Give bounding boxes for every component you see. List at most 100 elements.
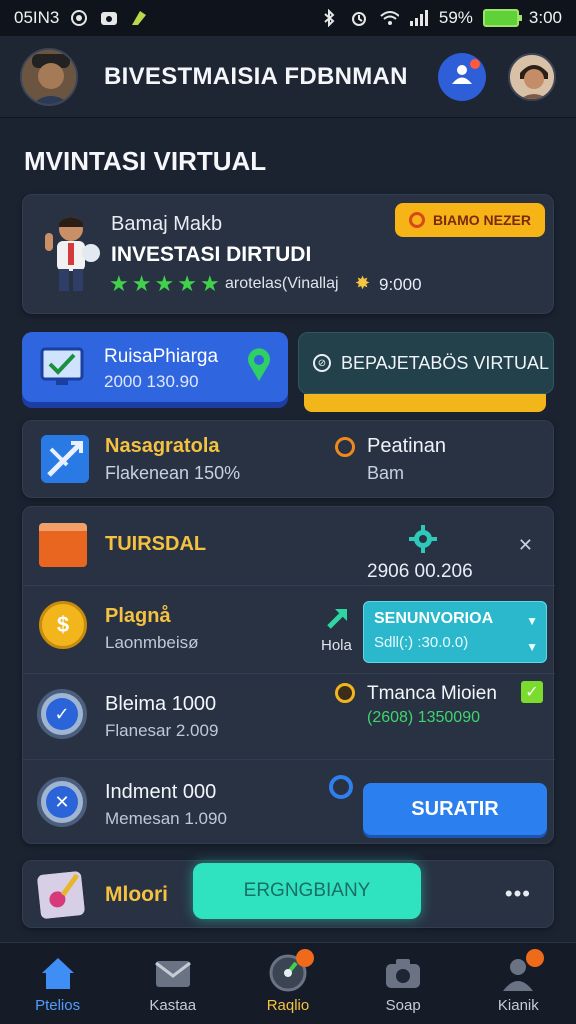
alarm-icon xyxy=(349,8,369,28)
camera-icon xyxy=(99,8,119,28)
record-icon xyxy=(69,8,89,28)
bottom-title: Mloori xyxy=(105,883,168,906)
monitor-check-icon xyxy=(40,347,84,387)
nav-badge xyxy=(295,949,314,967)
home-icon xyxy=(38,953,78,993)
gauge-icon xyxy=(268,949,314,993)
mail-icon xyxy=(153,953,193,993)
virtual-deposit-label: BEPAJETABÖS VIRTUAL xyxy=(341,352,550,373)
check-shield-icon: ✓ xyxy=(37,689,87,739)
bluetooth-icon xyxy=(319,8,339,28)
stats-right-sub: Bam xyxy=(367,463,405,483)
star-icon: ★ xyxy=(109,271,129,296)
profile-subtitle: INVESTASI DIRTUDI xyxy=(111,243,312,266)
header-title: BIVESTMAISIA FDBNMAN xyxy=(104,62,408,90)
nav-item-mail[interactable]: Kastaa xyxy=(123,953,223,1014)
nav-badge xyxy=(526,949,545,967)
user-icon xyxy=(498,949,545,993)
dollar-coin-icon: $ xyxy=(39,601,87,649)
nav-label: Kastaa xyxy=(149,997,197,1014)
dropdown-title: SENUNVORIOA xyxy=(374,610,494,627)
location-pin-icon xyxy=(246,348,272,387)
profile-name: Bamaj Makb xyxy=(111,213,223,235)
list-row-title: Bleima 1000 xyxy=(105,693,217,715)
notification-button[interactable] xyxy=(438,52,486,101)
coin-ring-icon xyxy=(335,683,355,703)
bottom-action-card: Mloori ERGNGBIANY ••• xyxy=(22,860,554,928)
signal-icon xyxy=(409,8,429,28)
chart-arrow-icon xyxy=(41,435,89,483)
profile-amount: 9:000 xyxy=(379,275,422,294)
balance-tile[interactable]: RuisaPhiarga 2000 130.90 xyxy=(22,332,288,402)
star-icon: ★ xyxy=(177,271,197,296)
page-title: MVINTASI VIRTUAL xyxy=(24,146,267,176)
user-avatar[interactable] xyxy=(20,47,78,106)
list-row-right-title: Tmanca Mioien xyxy=(367,683,497,704)
battery-icon xyxy=(482,9,522,27)
list-row-title: TUIRSDAL xyxy=(105,533,207,555)
nav-item-camera[interactable]: Soap xyxy=(353,953,453,1014)
gear-icon xyxy=(407,523,437,553)
balance-value: 2000 130.90 xyxy=(104,372,199,391)
investment-dropdown[interactable]: SENUNVORIOA Sdll(:) :30.0.0) ▼ ▼ xyxy=(363,601,547,663)
star-icon: ★ xyxy=(131,271,152,296)
investment-list: TUIRSDAL 2906 00.206 ✕ $ Plagnå Laonmbei… xyxy=(22,506,555,844)
status-carrier: 05IN3 xyxy=(14,8,60,27)
box-icon xyxy=(39,523,87,567)
badge-ring-icon xyxy=(409,212,425,228)
search-icon xyxy=(329,775,353,799)
stats-card[interactable]: Nasagratola Flakenean 150% Peatinan Bam xyxy=(22,420,554,498)
row-divider xyxy=(23,585,555,586)
note-pen-icon xyxy=(36,870,86,920)
profile-card[interactable]: Bamaj Makb INVESTASI DIRTUDI ★ ★ ★ ★ ★ a… xyxy=(22,194,554,314)
battery-percent: 59% xyxy=(438,8,473,27)
cancel-badge-icon: ✕ xyxy=(37,777,87,827)
nav-label: Soap xyxy=(385,997,421,1014)
virtual-deposit-button[interactable]: ⊘ BEPAJETABÖS VIRTUAL xyxy=(298,332,554,394)
rating-stars: ★ ★ ★ ★ ★ xyxy=(109,273,220,295)
nav-label: Ptelios xyxy=(35,997,81,1014)
app-header: BIVESTMAISIA FDBNMAN xyxy=(0,36,576,118)
list-row-sub: Memesan 1.090 xyxy=(105,809,227,828)
list-row-sub: Laonmbeisø xyxy=(105,633,199,652)
star-icon: ★ xyxy=(154,271,175,296)
list-row-value: 2906 00.206 xyxy=(367,561,473,582)
nav-item-home[interactable]: Ptelios xyxy=(8,953,108,1014)
list-row-title: Plagnå xyxy=(105,605,171,627)
surat-button[interactable]: SURATIR xyxy=(363,783,547,835)
teal-tile-underline xyxy=(304,394,546,412)
wifi-icon xyxy=(379,8,399,28)
chevron-down-icon: ▼ xyxy=(526,640,538,654)
trend-arrow-icon xyxy=(325,605,355,635)
primary-action-button[interactable]: ERGNGBIANY xyxy=(193,863,421,919)
more-options-button[interactable]: ••• xyxy=(505,881,531,907)
chevron-down-icon: ▼ xyxy=(526,614,538,628)
stats-left-sub: Flakenean 150% xyxy=(105,463,241,483)
list-row-title: Indment 000 xyxy=(105,781,217,803)
nav-item-profile[interactable]: Kianik xyxy=(468,949,568,1014)
checkbox-checked[interactable]: ✓ xyxy=(521,681,543,703)
nav-label: Raqlio xyxy=(266,997,310,1014)
list-row-hint: Hola xyxy=(321,637,352,654)
notification-dot xyxy=(470,58,480,69)
status-badge[interactable]: BIAMO NEZER xyxy=(395,203,545,237)
star-icon: ★ xyxy=(199,271,220,296)
profile-avatar[interactable] xyxy=(508,52,556,101)
badge-label: BIAMO NEZER xyxy=(433,212,531,228)
orange-ring-icon xyxy=(335,437,355,457)
nav-label: Kianik xyxy=(497,997,539,1014)
dropdown-value: Sdll(:) :30.0.0) xyxy=(374,634,469,651)
row-divider xyxy=(23,673,555,674)
bottom-nav: Ptelios Kastaa Raqlio Soap Kianik xyxy=(0,942,576,1024)
balance-title: RuisaPhiarga xyxy=(104,346,219,367)
leaf-icon xyxy=(129,8,149,28)
collapse-arrow-icon[interactable]: ✕ xyxy=(518,535,533,556)
nav-item-gauge[interactable]: Raqlio xyxy=(238,949,338,1014)
camera-icon xyxy=(383,953,423,993)
sun-coin-icon: ✸ xyxy=(355,273,371,293)
status-time: 3:00 xyxy=(528,8,562,27)
list-row-right-value: (2608) 1350090 xyxy=(367,709,480,726)
profile-meta: arotelas(Vinallaj xyxy=(225,275,339,292)
investor-character-icon xyxy=(39,211,103,297)
row-divider xyxy=(23,759,555,760)
